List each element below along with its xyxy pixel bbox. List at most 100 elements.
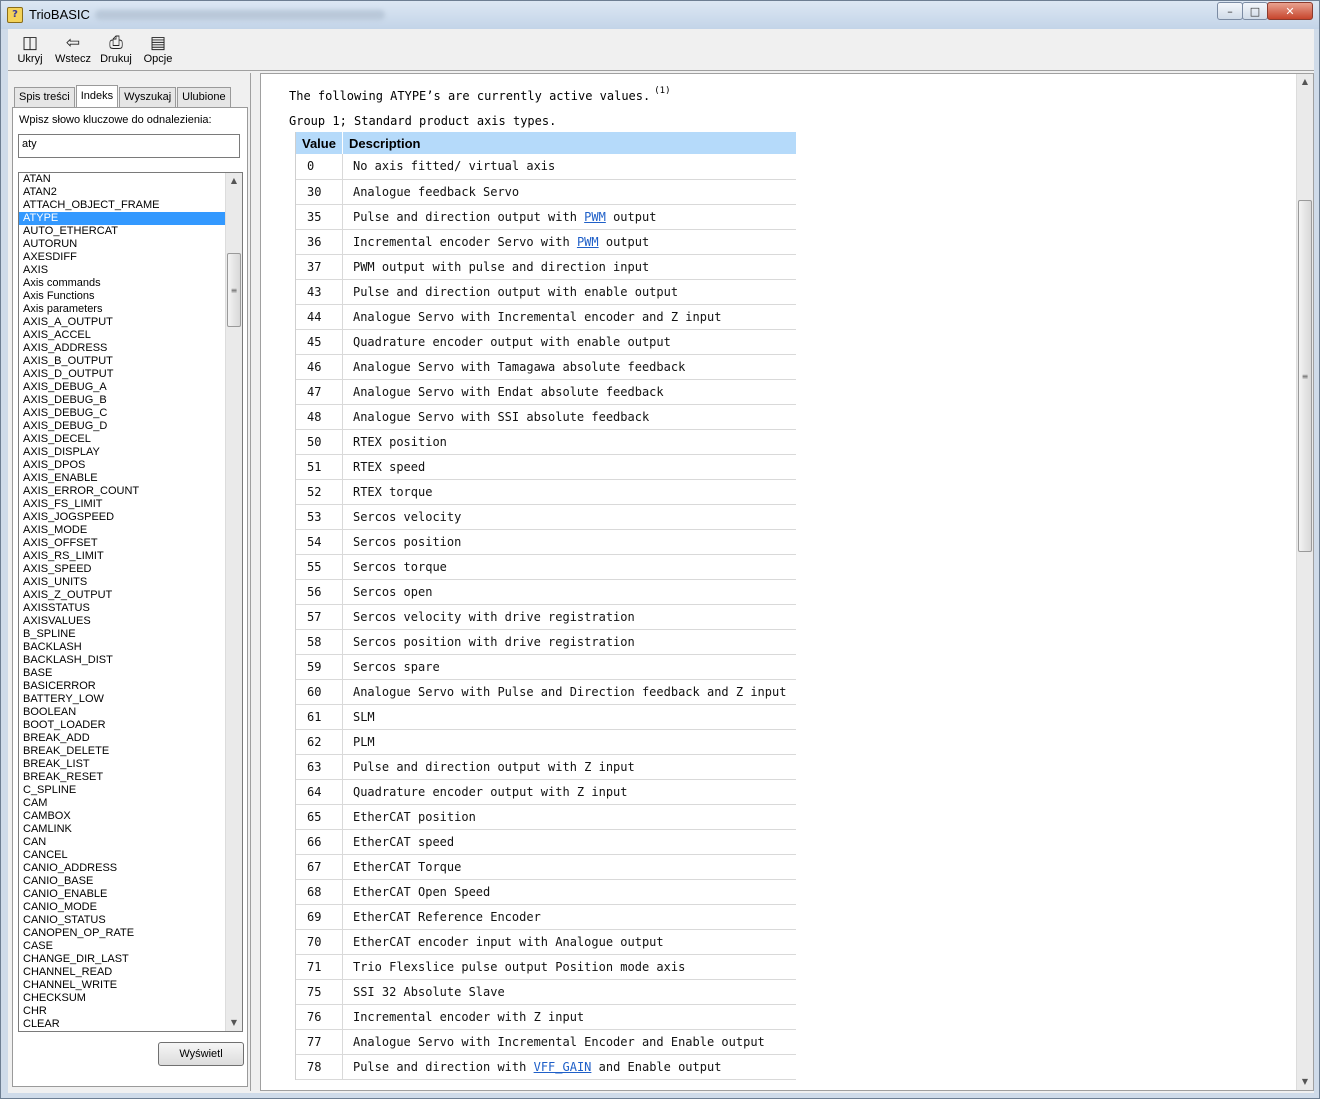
- scroll-thumb[interactable]: ≡: [227, 253, 241, 327]
- index-item[interactable]: CLEAR: [19, 1018, 227, 1031]
- index-item[interactable]: AXIS_DEBUG_A: [19, 381, 227, 394]
- index-item[interactable]: ATYPE: [19, 212, 227, 225]
- index-item[interactable]: AXIS_DEBUG_C: [19, 407, 227, 420]
- index-item[interactable]: Axis parameters: [19, 303, 227, 316]
- options-icon: ▤: [149, 33, 167, 52]
- index-item[interactable]: CHANNEL_WRITE: [19, 979, 227, 992]
- index-item[interactable]: AXIS_FS_LIMIT: [19, 498, 227, 511]
- index-item[interactable]: AXIS_MODE: [19, 524, 227, 537]
- index-item[interactable]: CHECKSUM: [19, 992, 227, 1005]
- index-item[interactable]: C_SPLINE: [19, 784, 227, 797]
- index-item[interactable]: AXIS_OFFSET: [19, 537, 227, 550]
- footnote-ref[interactable]: (1): [654, 86, 670, 96]
- index-item[interactable]: AUTO_ETHERCAT: [19, 225, 227, 238]
- index-item[interactable]: AXIS_JOGSPEED: [19, 511, 227, 524]
- index-items: ATAN ATAN2 ATTACH_OBJECT_FRAME ATYPE AUTO_ET…: [19, 173, 227, 1031]
- index-item[interactable]: CANIO_STATUS: [19, 914, 227, 927]
- index-item[interactable]: AXIS_SPEED: [19, 563, 227, 576]
- index-item[interactable]: AUTORUN: [19, 238, 227, 251]
- index-item[interactable]: AXIS_B_OUTPUT: [19, 355, 227, 368]
- index-item[interactable]: AXIS_RS_LIMIT: [19, 550, 227, 563]
- index-item[interactable]: CAM: [19, 797, 227, 810]
- index-item[interactable]: AXISSTATUS: [19, 602, 227, 615]
- index-item[interactable]: BREAK_LIST: [19, 758, 227, 771]
- index-item[interactable]: AXIS_DISPLAY: [19, 446, 227, 459]
- keyword-link[interactable]: PWM: [577, 235, 599, 249]
- index-item[interactable]: AXIS_ENABLE: [19, 472, 227, 485]
- index-item[interactable]: BACKLASH: [19, 641, 227, 654]
- close-button[interactable]: ✕: [1267, 2, 1313, 20]
- scroll-down-icon[interactable]: ▼: [1297, 1074, 1313, 1090]
- index-item[interactable]: BOOLEAN: [19, 706, 227, 719]
- display-button[interactable]: Wyświetl: [158, 1042, 244, 1066]
- keyword-link[interactable]: VFF_GAIN: [534, 1060, 592, 1074]
- index-item[interactable]: CANCEL: [19, 849, 227, 862]
- table-body: 0 No axis fitted/ virtual axis 30 Analogue …: [296, 154, 797, 1080]
- index-item[interactable]: CHANNEL_READ: [19, 966, 227, 979]
- options-button[interactable]: ▤ Opcje: [142, 33, 174, 65]
- index-list[interactable]: ATAN ATAN2 ATTACH_OBJECT_FRAME ATYPE AUTO_ET…: [18, 172, 243, 1032]
- index-item[interactable]: AXIS_A_OUTPUT: [19, 316, 227, 329]
- index-item[interactable]: AXISVALUES: [19, 615, 227, 628]
- index-item[interactable]: CASE: [19, 940, 227, 953]
- tab-index[interactable]: Indeks: [75, 85, 119, 107]
- pane-splitter[interactable]: [251, 73, 259, 1091]
- index-item[interactable]: BACKLASH_DIST: [19, 654, 227, 667]
- description-prefix: Pulse and direction with: [352, 1059, 534, 1074]
- index-item[interactable]: CANIO_MODE: [19, 901, 227, 914]
- index-item[interactable]: AXESDIFF: [19, 251, 227, 264]
- index-item[interactable]: AXIS_ERROR_COUNT: [19, 485, 227, 498]
- index-item[interactable]: AXIS_D_OUTPUT: [19, 368, 227, 381]
- content-scrollbar[interactable]: ▲ ≡ ▼: [1296, 74, 1313, 1090]
- tab-contents[interactable]: Spis treści: [14, 87, 75, 107]
- index-item[interactable]: CANIO_ENABLE: [19, 888, 227, 901]
- index-item[interactable]: ATTACH_OBJECT_FRAME: [19, 199, 227, 212]
- index-scrollbar[interactable]: ▲ ≡ ▼: [225, 173, 242, 1031]
- index-item[interactable]: CAN: [19, 836, 227, 849]
- index-item[interactable]: AXIS_Z_OUTPUT: [19, 589, 227, 602]
- scroll-thumb[interactable]: ≡: [1298, 200, 1312, 552]
- index-item[interactable]: AXIS_DEBUG_D: [19, 420, 227, 433]
- back-button[interactable]: ⇦ Wstecz: [53, 33, 93, 65]
- scroll-up-icon[interactable]: ▲: [1297, 74, 1313, 90]
- index-item[interactable]: B_SPLINE: [19, 628, 227, 641]
- index-item[interactable]: ATAN: [19, 173, 227, 186]
- index-item[interactable]: CANIO_ADDRESS: [19, 862, 227, 875]
- scroll-down-icon[interactable]: ▼: [226, 1015, 242, 1031]
- tab-search[interactable]: Wyszukaj: [119, 87, 177, 107]
- index-item[interactable]: CHR: [19, 1005, 227, 1018]
- index-item[interactable]: BREAK_DELETE: [19, 745, 227, 758]
- index-item[interactable]: Axis Functions: [19, 290, 227, 303]
- index-item[interactable]: AXIS_ADDRESS: [19, 342, 227, 355]
- index-item[interactable]: AXIS_DECEL: [19, 433, 227, 446]
- index-item[interactable]: BREAK_RESET: [19, 771, 227, 784]
- index-item[interactable]: CHANGE_DIR_LAST: [19, 953, 227, 966]
- hide-button[interactable]: ◫ Ukryj: [16, 33, 44, 65]
- index-item[interactable]: BOOT_LOADER: [19, 719, 227, 732]
- scroll-up-icon[interactable]: ▲: [226, 173, 242, 189]
- index-item[interactable]: CANIO_BASE: [19, 875, 227, 888]
- index-item[interactable]: CAMLINK: [19, 823, 227, 836]
- table-row: 62 PLM: [296, 729, 797, 755]
- keyword-link[interactable]: PWM: [584, 210, 606, 224]
- maximize-button[interactable]: □: [1242, 2, 1268, 20]
- index-item[interactable]: ATAN2: [19, 186, 227, 199]
- index-item[interactable]: AXIS_DPOS: [19, 459, 227, 472]
- index-item[interactable]: AXIS_ACCEL: [19, 329, 227, 342]
- index-item[interactable]: BASICERROR: [19, 680, 227, 693]
- index-item[interactable]: BATTERY_LOW: [19, 693, 227, 706]
- index-item[interactable]: CAMBOX: [19, 810, 227, 823]
- minimize-button[interactable]: –: [1217, 2, 1243, 20]
- index-item[interactable]: BASE: [19, 667, 227, 680]
- index-item[interactable]: CANOPEN_OP_RATE: [19, 927, 227, 940]
- tab-favorites[interactable]: Ulubione: [177, 87, 231, 107]
- index-item[interactable]: AXIS_DEBUG_B: [19, 394, 227, 407]
- index-item[interactable]: AXIS: [19, 264, 227, 277]
- print-button[interactable]: ⎙ Drukuj: [99, 33, 133, 65]
- description-prefix: Pulse and direction output with: [352, 209, 585, 224]
- keyword-input[interactable]: aty: [18, 134, 240, 158]
- description-suffix: output: [605, 209, 657, 224]
- index-item[interactable]: BREAK_ADD: [19, 732, 227, 745]
- index-item[interactable]: Axis commands: [19, 277, 227, 290]
- index-item[interactable]: AXIS_UNITS: [19, 576, 227, 589]
